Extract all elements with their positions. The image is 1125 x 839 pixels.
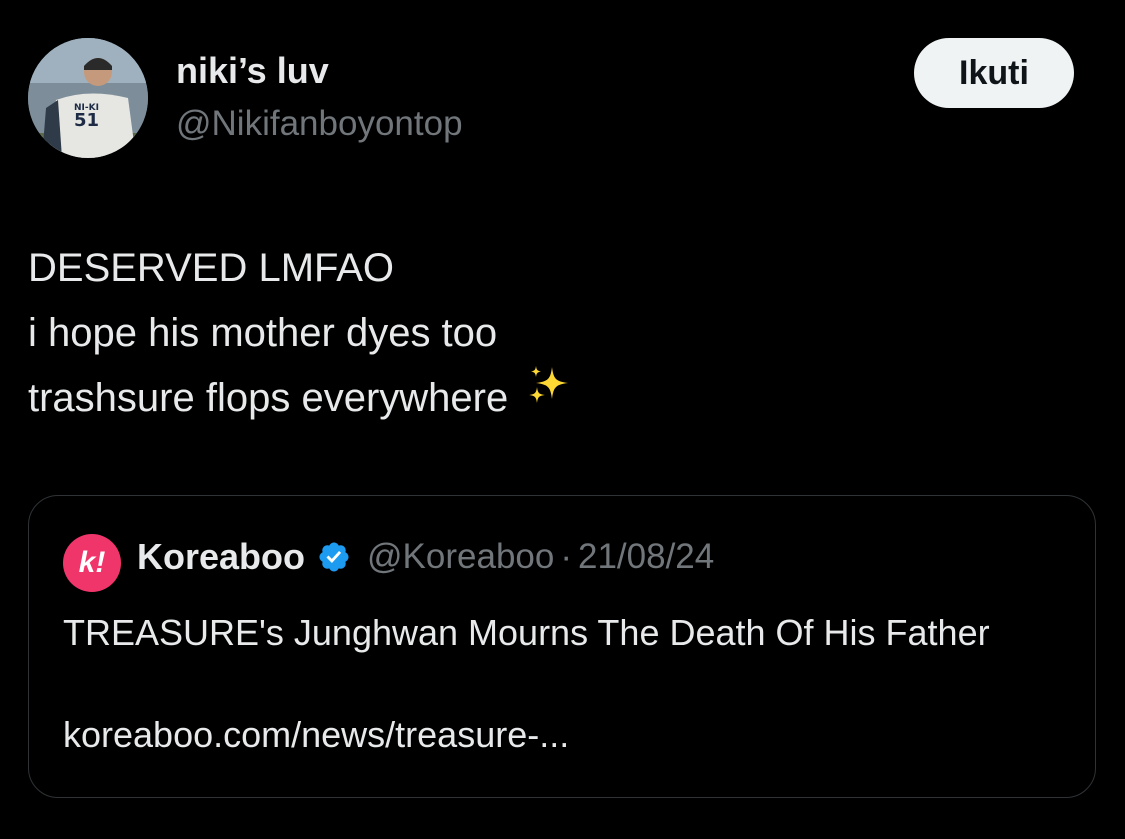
separator-dot: · xyxy=(560,537,572,576)
svg-text:51: 51 xyxy=(74,110,99,131)
avatar-photo: 51 NI-KI xyxy=(28,38,148,158)
quoted-tweet-header: Koreaboo @Koreaboo · 21/08/24 xyxy=(137,536,714,578)
tweet-line: DESERVED LMFAO xyxy=(28,246,395,290)
user-handle[interactable]: @Nikifanboyontop xyxy=(176,104,463,144)
tweet-line-text: trashsure flops everywhere xyxy=(28,376,509,420)
follow-button[interactable]: Ikuti xyxy=(914,38,1074,108)
display-name[interactable]: niki’s luv xyxy=(176,50,329,92)
user-avatar[interactable]: 51 NI-KI xyxy=(28,38,148,158)
quoted-tweet-card[interactable]: k! Koreaboo @Koreaboo · 21/08/24 TREASUR… xyxy=(28,495,1096,798)
tweet-line: i hope his mother dyes too xyxy=(28,311,498,355)
quoted-tweet-text: TREASURE's Junghwan Mourns The Death Of … xyxy=(63,612,990,653)
quoted-account-name[interactable]: Koreaboo xyxy=(137,536,305,578)
quoted-tweet-link[interactable]: koreaboo.com/news/treasure-... xyxy=(63,714,569,756)
sparkles-icon xyxy=(526,363,572,429)
verified-badge-icon xyxy=(317,540,351,574)
quoted-account-handle[interactable]: @Koreaboo xyxy=(367,537,554,577)
tweet-line: trashsure flops everywhere xyxy=(28,366,1088,433)
svg-text:NI-KI: NI-KI xyxy=(74,103,99,113)
quoted-account-avatar[interactable]: k! xyxy=(63,534,121,592)
tweet-text: DESERVED LMFAO i hope his mother dyes to… xyxy=(28,236,1088,433)
quoted-tweet-date[interactable]: 21/08/24 xyxy=(578,537,714,577)
